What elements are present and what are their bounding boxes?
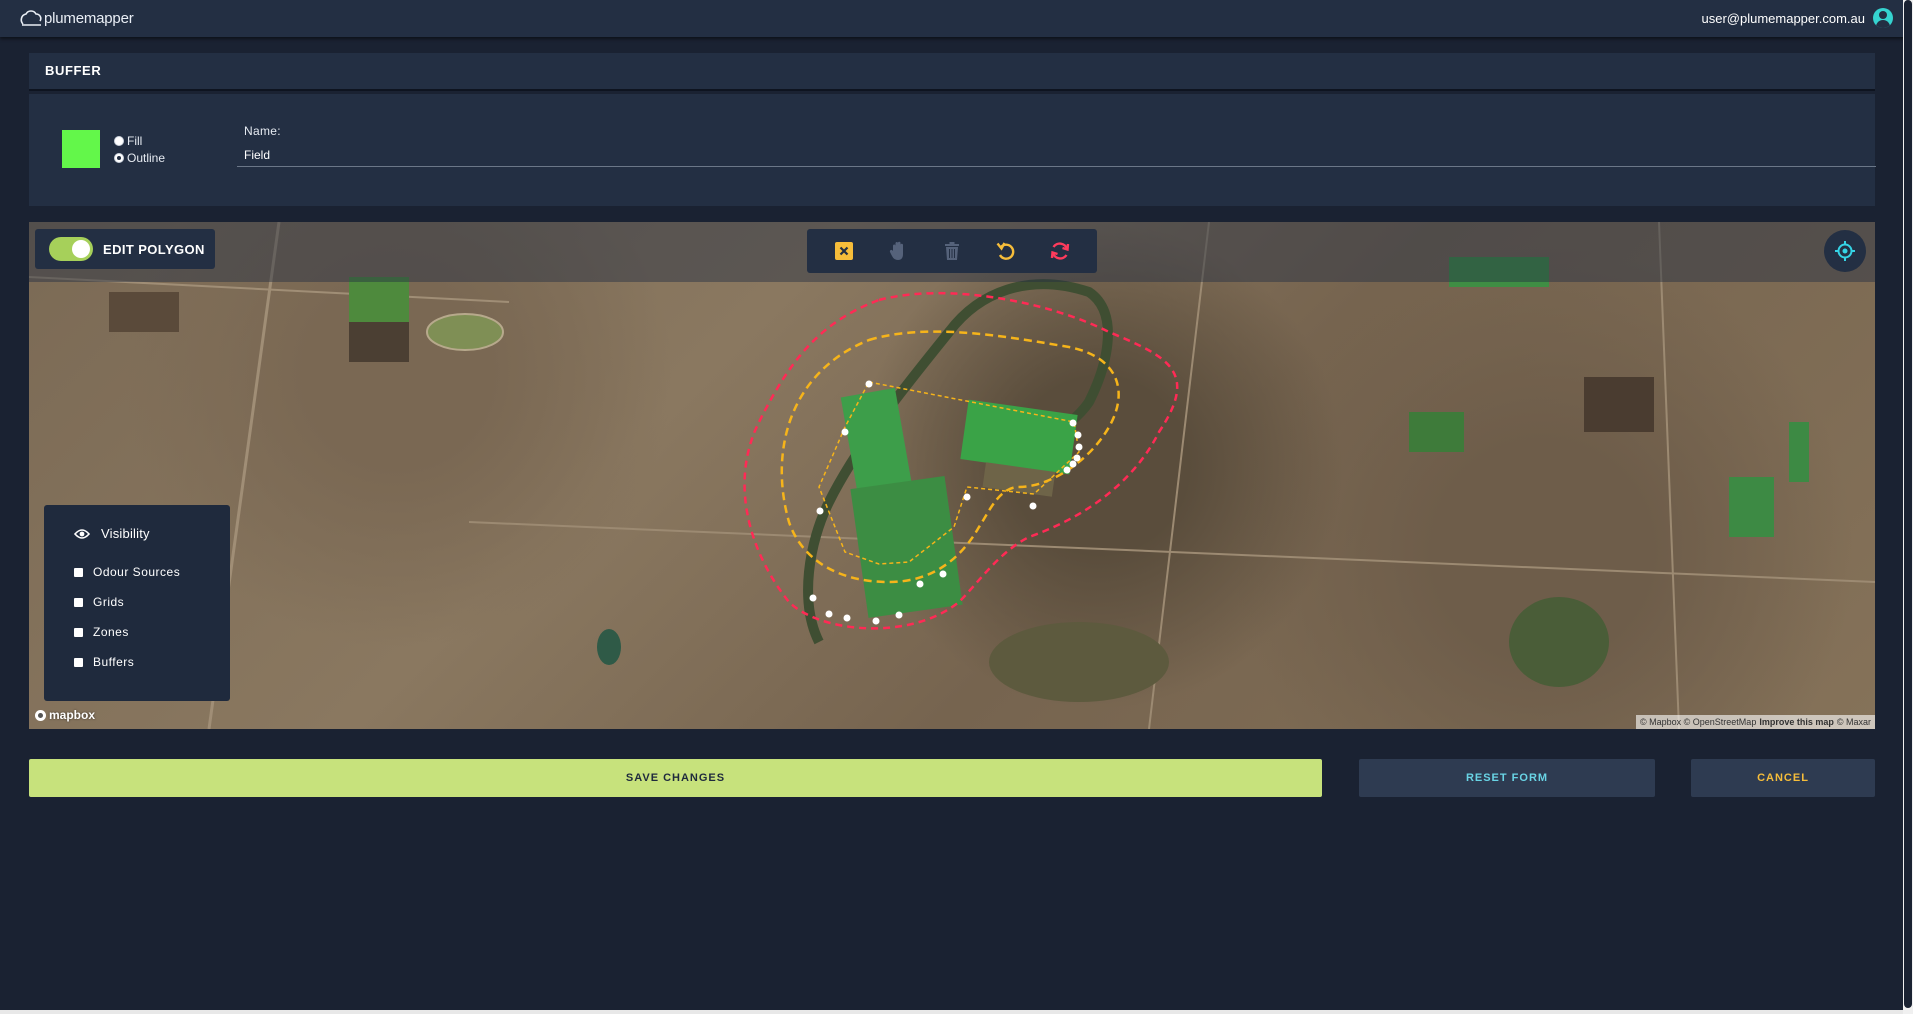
visibility-panel: Visibility Odour Sources Grids Zones Buf… xyxy=(44,505,230,701)
switch-knob xyxy=(72,240,90,258)
visibility-item-label: Zones xyxy=(93,625,129,639)
outline-label: Outline xyxy=(127,151,166,165)
refresh-icon xyxy=(1050,242,1070,260)
logo-text: plumemapper xyxy=(44,9,134,27)
reset-polygon-button[interactable] xyxy=(1047,238,1073,264)
visibility-item-odour-sources[interactable]: Odour Sources xyxy=(74,565,180,579)
draw-toolbar xyxy=(807,229,1097,273)
edit-polygon-switch[interactable] xyxy=(49,237,93,261)
edit-polygon-label: EDIT POLYGON xyxy=(103,241,205,257)
fill-label: Fill xyxy=(127,134,143,148)
edit-polygon-toggle[interactable]: EDIT POLYGON xyxy=(35,229,215,269)
user-menu[interactable]: user@plumemapper.com.au xyxy=(1701,8,1893,28)
top-navbar: plumemapper user@plumemapper.com.au xyxy=(0,0,1913,37)
outline-radio[interactable] xyxy=(114,153,124,163)
scrollbar-thumb[interactable] xyxy=(1904,0,1912,1008)
undo-icon xyxy=(996,242,1015,260)
section-header: BUFFER xyxy=(29,53,1875,91)
visibility-title: Visibility xyxy=(101,526,150,541)
buffers-checkbox[interactable] xyxy=(74,657,83,667)
satellite-map[interactable] xyxy=(29,222,1875,729)
visibility-item-zones[interactable]: Zones xyxy=(74,625,129,639)
eye-icon xyxy=(74,528,90,539)
improve-map-link[interactable]: Improve this map xyxy=(1759,717,1834,727)
name-input[interactable] xyxy=(237,144,1876,167)
color-swatch[interactable] xyxy=(62,130,100,168)
crosshair-icon xyxy=(1835,241,1855,261)
grids-checkbox[interactable] xyxy=(74,597,83,607)
maxar-attribution[interactable]: © Maxar xyxy=(1837,717,1871,727)
save-changes-button[interactable]: SAVE CHANGES xyxy=(29,759,1322,797)
user-avatar-icon[interactable] xyxy=(1873,8,1893,28)
mapbox-icon xyxy=(35,709,46,721)
visibility-item-label: Buffers xyxy=(93,655,135,669)
visibility-item-label: Odour Sources xyxy=(93,565,181,579)
odour-sources-checkbox[interactable] xyxy=(74,567,83,577)
user-email: user@plumemapper.com.au xyxy=(1701,10,1866,26)
visibility-header: Visibility xyxy=(74,526,150,541)
delete-button[interactable] xyxy=(939,238,965,264)
fill-radio-row[interactable]: Fill xyxy=(114,134,142,148)
close-polygon-button[interactable] xyxy=(831,238,857,264)
outline-radio-row[interactable]: Outline xyxy=(114,151,165,165)
attribution-text[interactable]: © Mapbox © OpenStreetMap xyxy=(1640,717,1756,727)
app-logo[interactable]: plumemapper xyxy=(19,7,134,29)
name-label: Name: xyxy=(244,124,281,138)
vertical-scrollbar[interactable] xyxy=(1903,0,1913,1014)
mapbox-logo[interactable]: mapbox xyxy=(35,708,95,722)
bottom-edge xyxy=(0,1010,1903,1014)
section-title: BUFFER xyxy=(45,63,102,78)
hand-icon xyxy=(889,241,903,260)
visibility-item-buffers[interactable]: Buffers xyxy=(74,655,134,669)
zones-checkbox[interactable] xyxy=(74,627,83,637)
fill-radio[interactable] xyxy=(114,136,124,146)
visibility-item-grids[interactable]: Grids xyxy=(74,595,124,609)
map-view[interactable]: EDIT POLYGON Visibility Odour Sources Gr… xyxy=(29,222,1875,729)
trash-icon xyxy=(945,242,959,260)
visibility-item-label: Grids xyxy=(93,595,125,609)
cancel-button[interactable]: CANCEL xyxy=(1691,759,1875,797)
buffer-form: Fill Outline Name: xyxy=(29,94,1876,206)
mapbox-brand: mapbox xyxy=(49,708,96,722)
pan-button[interactable] xyxy=(885,238,911,264)
reset-form-button[interactable]: RESET FORM xyxy=(1359,759,1655,797)
close-icon xyxy=(835,242,853,260)
undo-button[interactable] xyxy=(993,238,1019,264)
plume-logo-icon xyxy=(20,10,42,26)
map-attribution: © Mapbox © OpenStreetMap Improve this ma… xyxy=(1636,715,1875,729)
locate-button[interactable] xyxy=(1824,230,1866,272)
